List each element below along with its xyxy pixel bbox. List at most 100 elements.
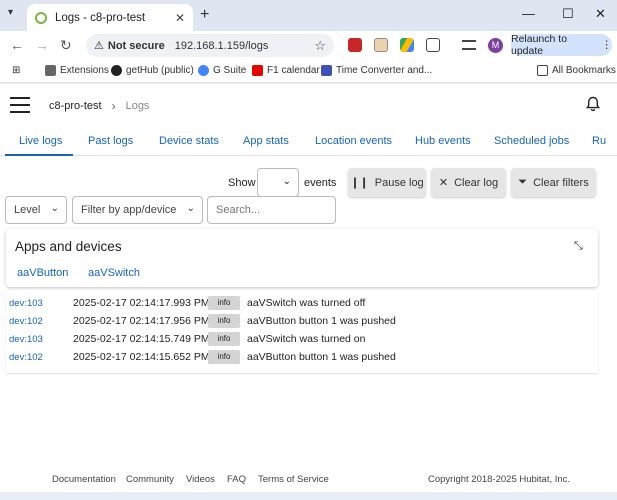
log-device-link[interactable]: dev:103: [9, 334, 43, 345]
log-device-link[interactable]: dev:102: [9, 352, 43, 363]
bookmark-extensions-label: Extensions: [60, 65, 109, 76]
extension-icon[interactable]: [374, 38, 388, 52]
bookmark-github[interactable]: getHub (public): [111, 65, 194, 76]
device-link[interactable]: aaVSwitch: [88, 267, 140, 279]
bookmarks-bar: ⊞ Extensions getHub (public) G Suite F1 …: [0, 59, 617, 83]
bookmark-extensions[interactable]: Extensions: [45, 65, 109, 76]
footer-faq-link[interactable]: FAQ: [227, 474, 246, 485]
footer-videos-link[interactable]: Videos: [186, 474, 215, 485]
bookmark-star-icon[interactable]: ☆: [314, 38, 326, 54]
tab-device-stats[interactable]: Device stats: [159, 135, 219, 147]
search-field[interactable]: [207, 196, 336, 224]
notifications-bell-icon[interactable]: [585, 96, 601, 112]
kebab-menu-icon[interactable]: ⋮: [602, 39, 613, 51]
filter-off-icon: ⏷: [518, 176, 528, 188]
app-device-filter-select[interactable]: Filter by app/device ⌄: [72, 196, 203, 224]
footer-terms-link[interactable]: Terms of Service: [258, 474, 329, 485]
github-icon: [111, 65, 122, 76]
log-message: aaVButton button 1 was pushed: [247, 315, 396, 327]
apps-grid-icon[interactable]: ⊞: [12, 65, 20, 76]
bookmark-gsuite-label: G Suite: [213, 65, 247, 76]
level-select-label: Level: [14, 204, 41, 216]
events-label: events: [304, 177, 337, 189]
device-link[interactable]: aaVButton: [17, 267, 68, 279]
folder-icon: [537, 65, 548, 76]
apps-devices-title: Apps and devices: [15, 239, 122, 254]
minimize-icon[interactable]: —: [522, 6, 535, 21]
browser-tab-strip: ▾ Logs - c8-pro-test ✕ + — ☐ ✕: [0, 0, 617, 31]
reload-icon[interactable]: ↻: [60, 37, 72, 54]
footer-copyright: Copyright 2018-2025 Hubitat, Inc.: [428, 474, 571, 485]
browser-toolbar: ← → ↻ ⚠ Not secure 192.168.1.159/logs ☆ …: [0, 31, 617, 59]
browser-tab[interactable]: Logs - c8-pro-test ✕: [27, 4, 193, 31]
footer-community-link[interactable]: Community: [126, 474, 174, 485]
relaunch-button[interactable]: Relaunch to update ⋮: [511, 33, 613, 57]
log-level-badge: info: [208, 332, 240, 346]
relaunch-label: Relaunch to update: [511, 33, 568, 57]
tab-location-events[interactable]: Location events: [315, 135, 392, 147]
bookmark-github-label: getHub (public): [126, 65, 194, 76]
clear-filters-label: Clear filters: [533, 176, 589, 189]
google-drive-icon[interactable]: [400, 38, 414, 52]
profile-avatar[interactable]: M: [488, 38, 503, 53]
clear-filters-button[interactable]: ⏷ Clear filters: [511, 168, 596, 197]
show-count-select[interactable]: ⌄: [257, 168, 299, 197]
log-device-link[interactable]: dev:103: [9, 298, 43, 309]
level-select[interactable]: Level ⌄: [5, 196, 67, 224]
chevron-down-icon: ⌄: [50, 203, 59, 214]
collapse-icon[interactable]: ⤡: [574, 240, 583, 253]
maximize-icon[interactable]: ☐: [562, 6, 574, 22]
log-timestamp: 2025-02-17 02:14:17.993 PM: [73, 297, 210, 309]
tab-running[interactable]: Ru: [592, 135, 606, 147]
bookmark-time-converter[interactable]: Time Converter and...: [321, 65, 432, 76]
log-timestamp: 2025-02-17 02:14:17.956 PM: [73, 315, 210, 327]
log-row: dev:102 2025-02-17 02:14:15.652 PM info …: [6, 349, 598, 367]
bookmark-f1[interactable]: F1 calendar: [252, 65, 320, 76]
tab-past-logs[interactable]: Past logs: [88, 135, 133, 147]
extensions-puzzle-icon[interactable]: [426, 38, 440, 52]
tab-live-logs[interactable]: Live logs: [19, 135, 62, 147]
log-message: aaVSwitch was turned on: [247, 333, 366, 345]
log-level-badge: info: [208, 314, 240, 328]
tab-scheduled-jobs[interactable]: Scheduled jobs: [494, 135, 569, 147]
tab-hub-events[interactable]: Hub events: [415, 135, 471, 147]
search-input[interactable]: [216, 204, 335, 216]
log-row: dev:103 2025-02-17 02:14:17.993 PM info …: [6, 295, 598, 313]
browser-tab-title: Logs - c8-pro-test: [55, 11, 146, 24]
footer-documentation-link[interactable]: Documentation: [52, 474, 116, 485]
close-window-icon[interactable]: ✕: [595, 6, 606, 22]
not-secure-warning-icon: ⚠: [94, 40, 104, 52]
footer: Documentation Community Videos FAQ Terms…: [0, 471, 617, 489]
pause-log-button[interactable]: ❙❙ Pause log: [348, 168, 426, 197]
puzzle-icon: [45, 65, 56, 76]
menu-hamburger-icon[interactable]: [10, 97, 30, 118]
pause-icon: ❙❙: [350, 177, 369, 189]
clear-log-label: Clear log: [454, 176, 499, 189]
log-message: aaVButton button 1 was pushed: [247, 351, 396, 363]
log-row: dev:103 2025-02-17 02:14:15.749 PM info …: [6, 331, 598, 349]
all-bookmarks-label: All Bookmarks: [552, 65, 616, 76]
chevron-down-icon: ⌄: [282, 176, 291, 187]
log-device-link[interactable]: dev:102: [9, 316, 43, 327]
breadcrumb-hub[interactable]: c8-pro-test: [49, 100, 102, 112]
new-tab-icon[interactable]: +: [200, 6, 209, 24]
clear-log-button[interactable]: ✕ Clear log: [431, 168, 506, 197]
back-icon[interactable]: ←: [10, 37, 24, 53]
reading-list-icon[interactable]: [462, 40, 476, 50]
ublock-extension-icon[interactable]: [348, 38, 362, 52]
all-bookmarks[interactable]: All Bookmarks: [537, 65, 616, 76]
google-icon: [198, 65, 209, 76]
log-timestamp: 2025-02-17 02:14:15.749 PM: [73, 333, 210, 345]
log-message: aaVSwitch was turned off: [247, 297, 366, 309]
address-bar[interactable]: ⚠ Not secure 192.168.1.159/logs ☆: [86, 34, 334, 57]
close-tab-icon[interactable]: ✕: [175, 11, 185, 25]
time-converter-icon: [321, 65, 332, 76]
tab-app-stats[interactable]: App stats: [243, 135, 289, 147]
apps-devices-card: Apps and devices ⤡ aaVButton aaVSwitch: [6, 229, 598, 287]
bookmark-gsuite[interactable]: G Suite: [198, 65, 246, 76]
tab-search-icon[interactable]: ▾: [8, 7, 13, 18]
clear-icon: ✕: [438, 177, 449, 189]
f1-icon: [252, 65, 263, 76]
forward-icon[interactable]: →: [35, 37, 49, 53]
breadcrumb: c8-pro-test › Logs: [49, 99, 149, 113]
